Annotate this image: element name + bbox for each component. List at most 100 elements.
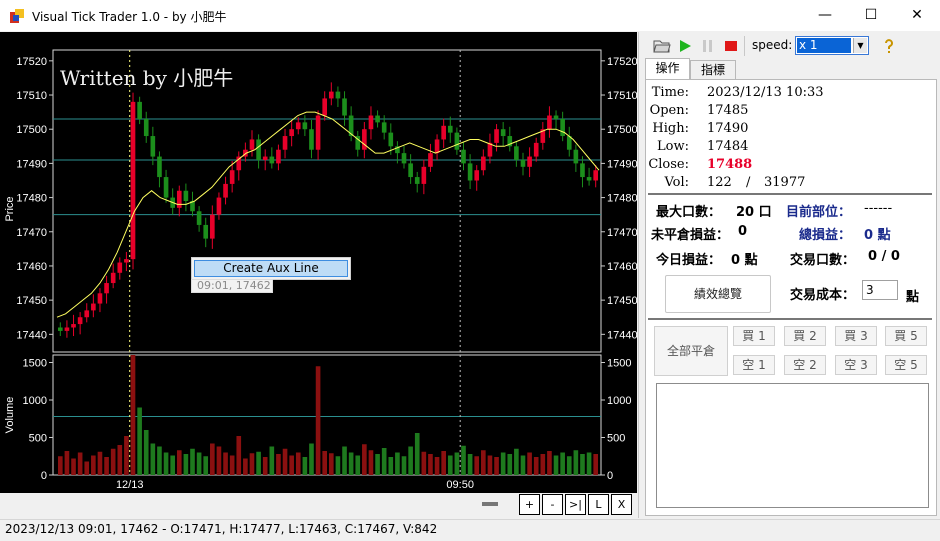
buy-5-button[interactable]: 買 5 [885, 326, 927, 346]
position-value: ------ [864, 201, 893, 216]
stop-icon[interactable] [722, 37, 740, 55]
candle-body [500, 129, 506, 137]
volume-bar [282, 448, 288, 475]
minimize-button[interactable]: — [802, 0, 848, 31]
volume-bar [157, 446, 162, 475]
volume-bar [441, 451, 446, 475]
maximize-button[interactable]: ☐ [848, 0, 894, 31]
candle-body [527, 156, 532, 167]
volume-bar [447, 455, 453, 475]
volume-bar [395, 452, 400, 475]
candle-body [375, 115, 380, 123]
volume-bar [514, 448, 519, 475]
trading-cost-input[interactable]: 3 [862, 280, 898, 300]
high-value: 17490 [707, 121, 749, 136]
candle-body [249, 139, 255, 150]
volume-tick-label-left: 500 [29, 433, 47, 445]
speed-select[interactable]: x 1 ▼ [795, 36, 869, 55]
volume-bar [428, 454, 433, 475]
volume-bar [348, 452, 354, 475]
x-tick-label: 12/13 [116, 479, 144, 491]
candle-body [381, 122, 387, 133]
volume-bar [368, 450, 374, 475]
open-value: 17485 [707, 103, 749, 118]
price-tick-label-right: 17470 [607, 227, 637, 239]
volume-tick-label-right: 1000 [607, 395, 631, 407]
sell-3-button[interactable]: 空 3 [835, 355, 877, 375]
volume-tick-label-right: 0 [607, 470, 613, 482]
volume-bar [328, 453, 334, 475]
buy-2-button[interactable]: 買 2 [784, 326, 826, 346]
candle-body [130, 101, 136, 260]
candle-body [514, 146, 519, 160]
volume-bar [322, 451, 328, 475]
volume-bar [355, 455, 361, 475]
volume-bar [210, 443, 215, 475]
candle-body [256, 139, 261, 160]
low-label: Low: [657, 139, 689, 154]
candle-body [447, 125, 453, 133]
sell-1-button[interactable]: 空 1 [733, 355, 775, 375]
candle-body [368, 115, 374, 130]
context-menu: Create Aux Line [191, 257, 351, 280]
candle-body [428, 153, 433, 167]
close-all-positions-button[interactable]: 全部平倉 [654, 326, 728, 376]
tab-operations[interactable]: 操作 [645, 58, 690, 79]
trade-log[interactable] [656, 383, 929, 508]
candle-body [461, 149, 466, 164]
open-folder-icon[interactable] [653, 37, 671, 55]
volume-bar [262, 457, 268, 475]
price-tick-label-right: 17480 [607, 193, 637, 205]
volume-bar [388, 457, 394, 475]
price-tick-label-left: 17460 [16, 261, 47, 273]
candle-body [269, 156, 275, 164]
volume-bar [461, 445, 466, 475]
chart-watermark: Written by 小肥牛 [60, 66, 233, 90]
volume-bar [216, 446, 222, 475]
tab-indicators[interactable]: 指標 [690, 60, 736, 79]
buy-3-button[interactable]: 買 3 [835, 326, 877, 346]
volume-bar [256, 451, 261, 475]
clear-lines-button[interactable]: X [611, 494, 632, 515]
cost-label: 交易成本： [790, 288, 856, 303]
candle-body [401, 153, 407, 164]
trades-value: 0 / 0 [868, 249, 900, 264]
volume-bar [143, 430, 149, 475]
volume-bar [117, 445, 123, 475]
help-icon[interactable] [880, 37, 898, 55]
cursor-tooltip: 09:01, 17462 [191, 279, 273, 293]
play-icon[interactable] [676, 37, 694, 55]
zoom-out-button[interactable]: - [542, 494, 563, 515]
max-lots-label: 最大口數： [656, 205, 722, 220]
price-tick-label-left: 17480 [16, 193, 47, 205]
candle-body [110, 272, 116, 284]
price-axis-label: Price [4, 196, 16, 221]
candle-body [388, 132, 394, 147]
volume-bar [375, 454, 380, 475]
performance-overview-button[interactable]: 績效總覽 [665, 275, 771, 313]
line-mode-button[interactable]: L [588, 494, 609, 515]
candle-body [494, 129, 499, 143]
candle-body [97, 293, 103, 304]
zoom-in-button[interactable]: + [519, 494, 540, 515]
buy-1-button[interactable]: 買 1 [733, 326, 775, 346]
app-icon [10, 9, 24, 23]
go-to-end-button[interactable]: >| [565, 494, 586, 515]
create-aux-line-menu-item[interactable]: Create Aux Line [194, 260, 348, 277]
candle-body [553, 115, 559, 119]
close-button[interactable]: ✕ [894, 0, 940, 31]
pause-icon[interactable] [699, 37, 717, 55]
candle-body [481, 156, 486, 171]
candle-body [474, 170, 480, 181]
candle-body [593, 170, 599, 181]
sell-5-button[interactable]: 空 5 [885, 355, 927, 375]
sell-2-button[interactable]: 空 2 [784, 355, 826, 375]
scrollbar-thumb[interactable] [482, 502, 498, 506]
volume-bar [454, 452, 460, 475]
candle-body [322, 98, 328, 116]
chevron-down-icon[interactable]: ▼ [853, 38, 867, 53]
candle-body [580, 163, 585, 178]
price-tick-label-right: 17450 [607, 295, 637, 307]
candle-body [276, 149, 281, 164]
volume-bar [560, 452, 565, 475]
